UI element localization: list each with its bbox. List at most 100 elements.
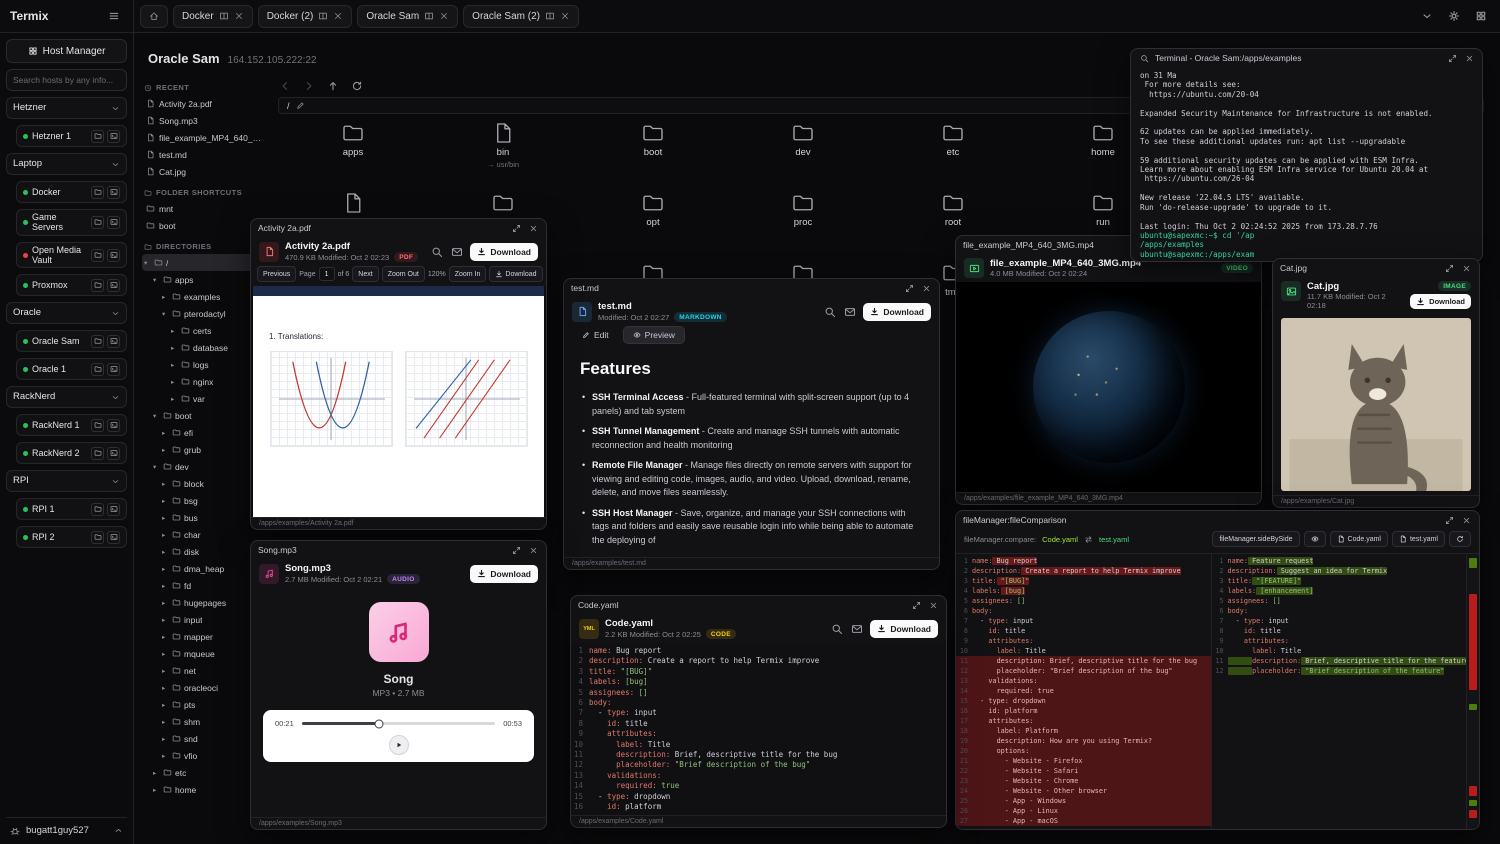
tree-chevron-icon[interactable]: ▸	[162, 548, 169, 556]
folder-item[interactable]: dev	[728, 121, 878, 179]
mail-icon[interactable]	[850, 622, 864, 636]
file-manager-icon[interactable]	[91, 419, 104, 432]
terminal-icon[interactable]	[107, 130, 120, 143]
refresh-button[interactable]	[350, 79, 364, 93]
close-icon[interactable]	[439, 11, 449, 21]
expand-icon[interactable]	[510, 222, 522, 234]
nav-forward-button[interactable]	[302, 79, 316, 93]
chevron-down-icon[interactable]	[1418, 7, 1436, 25]
play-button[interactable]	[389, 735, 409, 755]
host-search-input[interactable]	[6, 69, 127, 91]
file-manager-icon[interactable]	[91, 279, 104, 292]
diff-left-lines[interactable]: 1name: Bug report2description: Create a …	[956, 554, 1212, 829]
tree-chevron-icon[interactable]: ▾	[153, 463, 160, 471]
tree-chevron-icon[interactable]: ▸	[162, 514, 169, 522]
zoom-out-button[interactable]: Zoom Out	[382, 266, 425, 282]
seek-slider[interactable]	[302, 722, 495, 725]
chevron-down-icon[interactable]	[111, 477, 120, 486]
directory-tree-item[interactable]: ▸ vfio	[142, 747, 266, 764]
host-row[interactable]: RPI 2	[16, 526, 127, 548]
tree-chevron-icon[interactable]: ▸	[162, 684, 169, 692]
tab-edit[interactable]: Edit	[572, 326, 619, 344]
tree-chevron-icon[interactable]: ▸	[162, 446, 169, 454]
menu-icon[interactable]	[105, 7, 123, 25]
refresh-diff-button[interactable]	[1449, 531, 1471, 547]
mail-icon[interactable]	[843, 305, 857, 319]
search-icon[interactable]	[830, 622, 844, 636]
diff-right-lines[interactable]: 1name: Feature request2description: Sugg…	[1212, 554, 1467, 829]
host-row[interactable]: Hetzner	[6, 97, 127, 119]
tree-chevron-icon[interactable]: ▸	[153, 786, 160, 794]
tree-chevron-icon[interactable]: ▾	[153, 412, 160, 420]
terminal-icon[interactable]	[107, 503, 120, 516]
directory-tree-item[interactable]: ▸ logs	[142, 356, 266, 373]
close-icon[interactable]	[527, 222, 539, 234]
swap-icon[interactable]	[1084, 535, 1093, 544]
page-number-input[interactable]	[319, 267, 335, 281]
terminal-icon[interactable]	[107, 186, 120, 199]
folder-item[interactable]: etc	[878, 121, 1028, 179]
chevron-down-icon[interactable]	[111, 104, 120, 113]
download-button[interactable]: Download	[470, 243, 538, 261]
download-page-button[interactable]: Download	[489, 266, 542, 282]
directory-tree-item[interactable]: ▸ dma_heap	[142, 560, 266, 577]
host-row[interactable]: Oracle	[6, 302, 127, 324]
tree-chevron-icon[interactable]: ▸	[162, 429, 169, 437]
side-by-side-button[interactable]: fileManager.sideBySide	[1212, 531, 1299, 547]
directory-tree-item[interactable]: ▸ etc	[142, 764, 266, 781]
directory-tree-item[interactable]: ▸ var	[142, 390, 266, 407]
folder-item[interactable]: opt	[578, 191, 728, 249]
folder-item[interactable]: apps	[278, 121, 428, 179]
expand-icon[interactable]	[1446, 52, 1458, 64]
tree-chevron-icon[interactable]: ▸	[171, 361, 178, 369]
chevron-down-icon[interactable]	[111, 393, 120, 402]
mail-icon[interactable]	[450, 245, 464, 259]
eye-toggle-button[interactable]	[1304, 531, 1326, 547]
session-tab[interactable]: Docker (2)	[258, 5, 353, 28]
directory-tree-item[interactable]: ▸ home	[142, 781, 266, 798]
split-icon[interactable]	[424, 11, 434, 21]
terminal-icon[interactable]	[107, 279, 120, 292]
terminal-icon[interactable]	[107, 216, 120, 229]
file-manager-icon[interactable]	[91, 447, 104, 460]
tree-chevron-icon[interactable]: ▸	[162, 531, 169, 539]
host-row[interactable]: Oracle 1	[16, 358, 127, 380]
host-row[interactable]: Hetzner 1	[16, 125, 127, 147]
directory-tree-item[interactable]: ▸ certs	[142, 322, 266, 339]
previous-page-button[interactable]: Previous	[257, 266, 296, 282]
left-file-button[interactable]: Code.yaml	[1330, 531, 1388, 547]
tree-chevron-icon[interactable]: ▸	[162, 565, 169, 573]
tree-chevron-icon[interactable]: ▸	[162, 650, 169, 658]
nav-up-button[interactable]	[326, 79, 340, 93]
close-icon[interactable]	[920, 282, 932, 294]
directory-tree-item[interactable]: ▸ nginx	[142, 373, 266, 390]
tree-chevron-icon[interactable]: ▸	[162, 599, 169, 607]
host-manager-button[interactable]: Host Manager	[6, 39, 127, 63]
directory-tree-item[interactable]: ▸ char	[142, 526, 266, 543]
tree-chevron-icon[interactable]: ▾	[162, 310, 169, 318]
terminal-output[interactable]: on 31 Ma For more details see: https://u…	[1131, 67, 1482, 261]
host-row[interactable]: RackNerd 1	[16, 414, 127, 436]
host-row[interactable]: Proxmox	[16, 274, 127, 296]
chevron-up-icon[interactable]	[114, 826, 123, 835]
tree-chevron-icon[interactable]: ▾	[153, 276, 160, 284]
directory-tree-item[interactable]: ▸ snd	[142, 730, 266, 747]
chevron-down-icon[interactable]	[111, 160, 120, 169]
close-icon[interactable]	[527, 544, 539, 556]
expand-icon[interactable]	[903, 282, 915, 294]
host-row[interactable]: RPI	[6, 470, 127, 492]
recent-file[interactable]: file_example_MP4_640_3MG...	[142, 129, 266, 146]
tab-preview[interactable]: Preview	[623, 326, 685, 344]
directory-tree-item[interactable]: ▾ /	[142, 254, 266, 271]
tree-chevron-icon[interactable]: ▸	[162, 718, 169, 726]
tree-chevron-icon[interactable]: ▸	[162, 752, 169, 760]
markdown-preview[interactable]: Features SSH Terminal Access - Full-feat…	[564, 349, 939, 557]
tab-home[interactable]	[140, 5, 168, 28]
tree-chevron-icon[interactable]: ▸	[162, 667, 169, 675]
user-menu[interactable]: bugatt1guy527	[6, 817, 127, 838]
directory-tree-item[interactable]: ▾ boot	[142, 407, 266, 424]
directory-tree-item[interactable]: ▸ mqueue	[142, 645, 266, 662]
close-icon[interactable]	[927, 599, 939, 611]
search-icon[interactable]	[1138, 52, 1150, 64]
host-row[interactable]: Open Media Vault	[16, 242, 127, 269]
